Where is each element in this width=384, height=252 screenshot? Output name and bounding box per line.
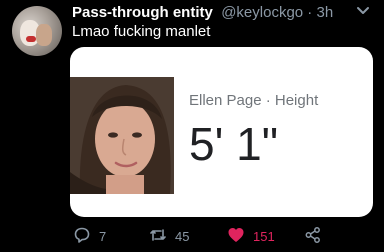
like-count: 151 [253, 228, 275, 244]
share-button[interactable] [304, 224, 322, 248]
retweet-count: 45 [175, 228, 190, 244]
avatar-shape [26, 36, 36, 42]
avatar[interactable] [12, 6, 62, 56]
handle[interactable]: @keylockgo · 3h [217, 4, 333, 21]
share-icon [304, 226, 322, 247]
handle-text: @keylockgo [221, 4, 304, 21]
embedded-image-card[interactable]: Ellen Page · Height 5' 1" [70, 47, 373, 217]
chevron-down-icon[interactable] [354, 2, 372, 20]
tweet-actions: 7 45 151 [0, 224, 384, 248]
reply-icon [73, 226, 91, 247]
timestamp[interactable]: 3h [316, 4, 333, 21]
retweet-icon [149, 226, 167, 247]
reply-count: 7 [99, 228, 107, 244]
portrait-photo [70, 77, 174, 194]
height-value: 5' 1" [189, 118, 279, 170]
separator: · [303, 4, 317, 21]
retweet-button[interactable]: 45 [149, 224, 189, 248]
tweet-header: Pass-through entity @keylockgo · 3h [72, 4, 372, 22]
tweet-text: Lmao fucking manlet [72, 23, 211, 40]
knowledge-title: Ellen Page · Height [189, 92, 319, 109]
reply-button[interactable]: 7 [73, 224, 106, 248]
display-name[interactable]: Pass-through entity [72, 4, 213, 21]
like-button[interactable]: 151 [227, 224, 275, 248]
avatar-shape [36, 24, 52, 46]
heart-icon [227, 226, 245, 247]
